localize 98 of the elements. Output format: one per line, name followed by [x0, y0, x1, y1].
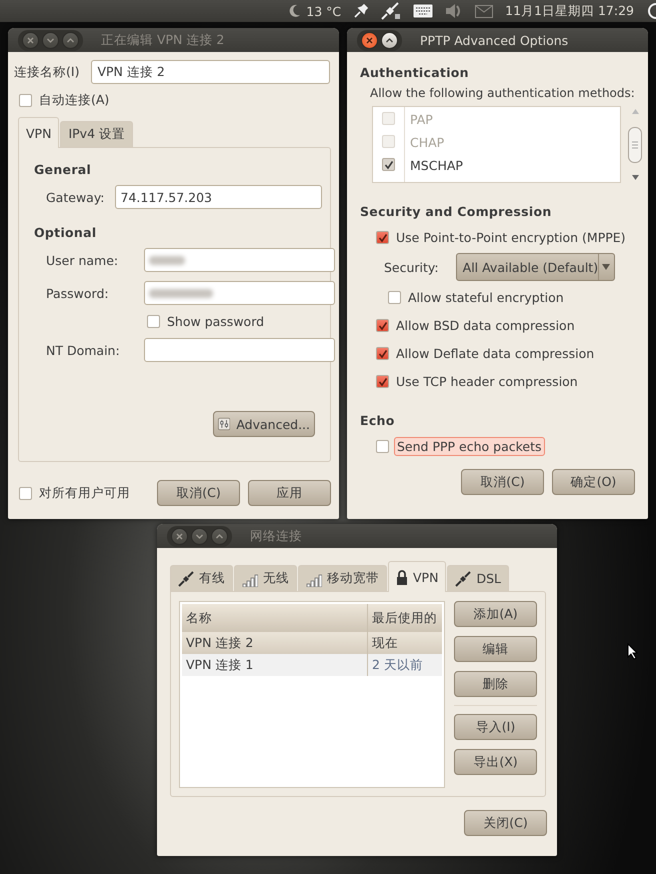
- section-heading: Optional: [34, 225, 96, 240]
- blurred-text: [149, 256, 185, 264]
- checkbox-label: 对所有用户可用: [39, 484, 130, 502]
- checkbox[interactable]: [147, 315, 160, 328]
- action-button[interactable]: 导入(I): [454, 714, 537, 740]
- checkbox[interactable]: [376, 347, 389, 360]
- field-label: NT Domain:: [46, 342, 121, 358]
- blurred-text: [149, 288, 213, 298]
- section-heading: Echo: [360, 413, 395, 428]
- checkbox-label: Use TCP header compression: [396, 374, 578, 389]
- maximize-button[interactable]: [381, 32, 398, 48]
- tab[interactable]: VPN: [18, 117, 60, 148]
- section-heading: Authentication: [360, 65, 470, 80]
- dialog-button[interactable]: 取消(C): [461, 469, 544, 495]
- column-header[interactable]: 最后使用的: [368, 604, 442, 632]
- moon-icon[interactable]: [288, 4, 302, 18]
- tab[interactable]: DSL: [447, 565, 509, 591]
- checkbox[interactable]: [19, 486, 32, 500]
- chevron-up-icon: [385, 36, 394, 44]
- tab[interactable]: VPN: [388, 561, 446, 592]
- table-cell-text: 现在: [371, 634, 399, 652]
- action-button[interactable]: 导出(X): [454, 749, 537, 775]
- password-field[interactable]: [144, 281, 335, 305]
- scroll-down-icon[interactable]: [632, 175, 638, 180]
- close-button[interactable]: [22, 32, 39, 48]
- window-title: 网络连接: [250, 528, 302, 544]
- action-button[interactable]: 添加(A): [454, 601, 537, 627]
- advanced-button[interactable]: Advanced...: [213, 411, 315, 437]
- checkbox[interactable]: [376, 375, 389, 388]
- clock-text[interactable]: 11月1日星期四 17:29: [505, 2, 634, 20]
- tab[interactable]: IPv4 设置: [60, 121, 134, 147]
- list-row[interactable]: VPN 连接 1 2 天以前: [182, 654, 442, 676]
- field-label: Password:: [46, 286, 110, 300]
- minimize-button[interactable]: [42, 32, 59, 48]
- table-cell-text: 2 天以前: [371, 656, 424, 674]
- chevron-down-icon: [46, 36, 55, 44]
- list-row[interactable]: VPN 连接 2 现在: [182, 632, 442, 654]
- checkbox[interactable]: [376, 440, 389, 453]
- table-cell: VPN 连接 1: [182, 654, 368, 676]
- close-button[interactable]: [361, 32, 378, 48]
- scrollbar-thumb[interactable]: [628, 126, 642, 162]
- checkbox[interactable]: [376, 231, 389, 244]
- close-dialog-button[interactable]: 关闭(C): [464, 810, 547, 836]
- sliders-icon: [218, 416, 230, 432]
- checkbox-label: Send PPP echo packets: [394, 437, 545, 456]
- envelope-icon[interactable]: [475, 4, 494, 18]
- checkbox-label: Use Point-to-Point encryption (MPPE): [396, 230, 626, 245]
- window-title: 正在编辑 VPN 连接 2: [101, 32, 224, 48]
- gateway-field[interactable]: 74.117.57.203: [114, 185, 322, 209]
- close-button[interactable]: [171, 528, 188, 544]
- maximize-button[interactable]: [62, 32, 79, 48]
- window-title: PPTP Advanced Options: [420, 32, 568, 48]
- weather-text[interactable]: 13 °C: [306, 4, 342, 18]
- field-label: 连接名称(I): [14, 64, 80, 80]
- padlock-icon: [396, 570, 408, 584]
- connection-name-field[interactable]: VPN 连接 2: [91, 60, 330, 84]
- checkbox-label: 自动连接(A): [39, 92, 110, 109]
- close-icon: [175, 532, 184, 540]
- checkbox-label: Allow stateful encryption: [408, 290, 564, 305]
- dropdown-arrow-icon: [602, 264, 610, 270]
- security-dropdown[interactable]: All Available (Default): [456, 253, 615, 281]
- hint-text: Allow the following authentication methods:: [370, 86, 635, 100]
- chevron-up-icon: [66, 36, 75, 44]
- list-item[interactable]: MSCHAP: [410, 156, 463, 175]
- maximize-button[interactable]: [211, 528, 228, 544]
- field-label: Gateway:: [46, 190, 105, 204]
- username-field[interactable]: [144, 248, 335, 272]
- dialog-button[interactable]: 取消(C): [157, 480, 240, 506]
- section-heading: Security and Compression: [360, 204, 552, 219]
- checkbox[interactable]: [382, 158, 395, 171]
- checkbox-label: Show password: [167, 314, 264, 329]
- field-label: Security:: [384, 260, 439, 274]
- dialog-button[interactable]: 应用: [248, 480, 331, 506]
- mouse-pointer-icon: [627, 643, 638, 660]
- close-icon: [365, 36, 374, 44]
- pin-icon[interactable]: [353, 3, 370, 19]
- action-button[interactable]: 编辑: [454, 636, 537, 662]
- checkbox[interactable]: [19, 94, 32, 107]
- checkbox[interactable]: [388, 291, 401, 304]
- tab[interactable]: 有线: [170, 565, 233, 591]
- nt-domain-field[interactable]: [144, 338, 335, 362]
- chevron-up-icon: [215, 532, 224, 540]
- field-label: User name:: [46, 252, 120, 268]
- close-icon: [26, 36, 35, 44]
- tab[interactable]: 移动宽带: [298, 565, 387, 591]
- checkbox-label: Allow Deflate data compression: [396, 346, 594, 361]
- action-button[interactable]: 删除: [454, 671, 537, 697]
- checkbox-label: Allow BSD data compression: [396, 318, 575, 333]
- network-plug-icon[interactable]: [381, 2, 402, 20]
- minimize-button[interactable]: [191, 528, 208, 544]
- plug-icon: [178, 570, 194, 586]
- chevron-down-icon: [195, 532, 204, 540]
- checkbox[interactable]: [376, 319, 389, 332]
- tab[interactable]: 无线: [234, 565, 297, 591]
- plug-icon: [455, 570, 472, 586]
- section-heading: General: [34, 162, 92, 177]
- dialog-button[interactable]: 确定(O): [552, 469, 635, 495]
- keyboard-icon[interactable]: [413, 4, 434, 18]
